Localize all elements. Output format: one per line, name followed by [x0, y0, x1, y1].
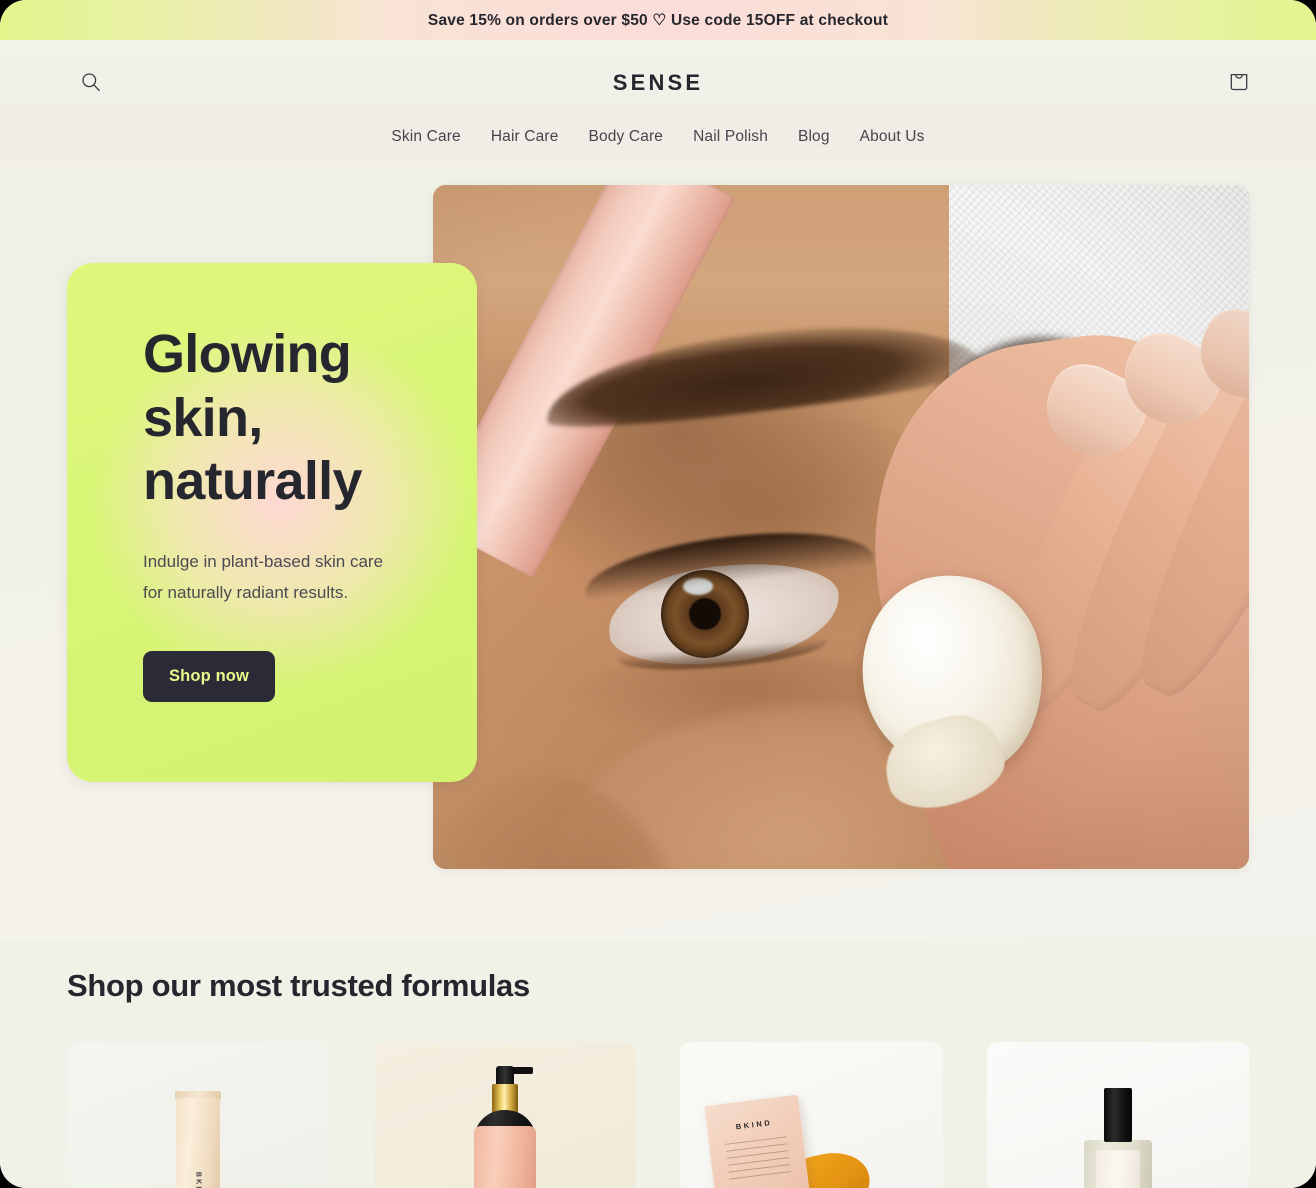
site-logo[interactable]: SENSE	[0, 70, 1316, 96]
product-brand-label: BKIND	[735, 1117, 773, 1132]
cart-button[interactable]	[1220, 64, 1258, 102]
product-grid: BKIND BKIND BKIND	[67, 1042, 1249, 1188]
hero-subheading: Indulge in plant-based skin care for nat…	[143, 552, 384, 603]
soap-box-shape: BKIND	[704, 1094, 810, 1188]
browser-window: Save 15% on orders over $50 ♡ Use code 1…	[0, 0, 1316, 1188]
nav-item-hair-care[interactable]: Hair Care	[491, 128, 559, 146]
nav-item-about-us[interactable]: About Us	[860, 128, 925, 146]
header-top-row: SENSE	[0, 40, 1316, 126]
shopping-bag-icon	[1228, 70, 1250, 96]
shop-now-button[interactable]: Shop now	[143, 651, 276, 703]
product-card[interactable]	[986, 1042, 1249, 1188]
polish-cap-shape	[1103, 1088, 1132, 1142]
announcement-bar: Save 15% on orders over $50 ♡ Use code 1…	[0, 0, 1316, 40]
products-heading: Shop our most trusted formulas	[67, 968, 530, 1003]
nav-item-body-care[interactable]: Body Care	[589, 128, 664, 146]
product-card[interactable]: BKIND	[373, 1042, 636, 1188]
nav-item-skin-care[interactable]: Skin Care	[391, 128, 460, 146]
pump-bottle-shape: BKIND	[473, 1126, 536, 1188]
product-brand-label: BKIND	[195, 1172, 202, 1188]
nav-item-blog[interactable]: Blog	[798, 128, 830, 146]
nav-item-nail-polish[interactable]: Nail Polish	[693, 128, 768, 146]
hero-image	[433, 185, 1249, 869]
hero-text-card: Glowing skin, naturally Indulge in plant…	[67, 263, 477, 782]
announcement-text: Save 15% on orders over $50 ♡ Use code 1…	[427, 11, 889, 29]
site-header: SENSE Skin Care Hair Care Body Care Nail…	[0, 40, 1316, 168]
main-navigation: Skin Care Hair Care Body Care Nail Polis…	[0, 126, 1316, 168]
cream-tube-shape: BKIND	[176, 1098, 221, 1188]
hero-heading: Glowing skin, naturally	[143, 324, 362, 512]
product-card[interactable]: BKIND	[67, 1042, 330, 1188]
box-text-lines	[725, 1136, 792, 1180]
polish-liquid-shape	[1095, 1150, 1140, 1188]
product-card[interactable]: BKIND	[680, 1042, 943, 1188]
hero-section: Glowing skin, naturally Indulge in plant…	[0, 168, 1316, 940]
products-section: Shop our most trusted formulas BKIND BKI…	[0, 940, 1316, 1188]
